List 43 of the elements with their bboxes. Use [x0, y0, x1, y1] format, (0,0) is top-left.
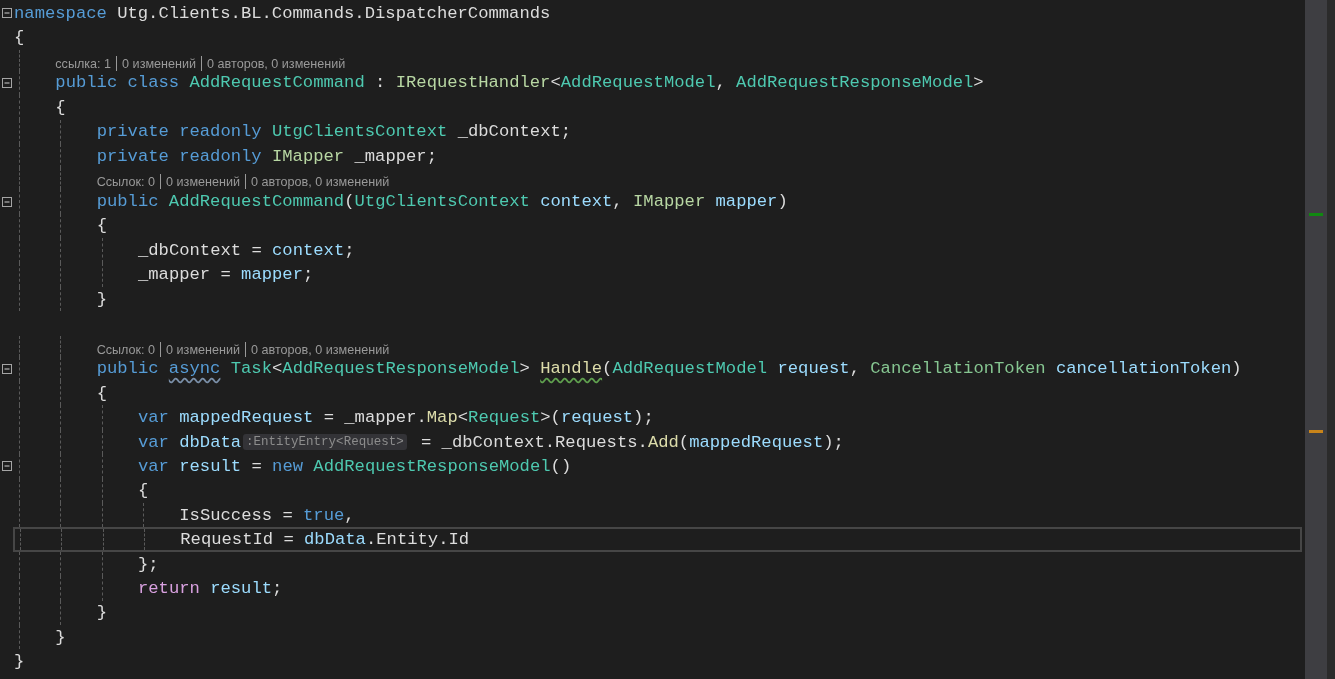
- collapse-icon[interactable]: [2, 363, 12, 374]
- code-text: private readonly IMapper _mapper;: [96, 146, 437, 166]
- code-text: public async Task<AddRequestResponseModel> Handle(AddRequestModel request, CancellationToken cancellationToken): [96, 359, 1242, 379]
- code-text: return result;: [137, 578, 283, 598]
- codelens-link[interactable]: 0 изменений: [122, 56, 197, 71]
- code-text: var result = new AddRequestResponseModel(): [137, 456, 572, 476]
- collapse-icon[interactable]: [2, 8, 12, 19]
- code-text: }: [96, 603, 107, 623]
- codelens-link[interactable]: 0 авторов, 0 изменений: [251, 175, 390, 190]
- code-text: private readonly UtgClientsContext _dbContext;: [96, 122, 572, 142]
- warning-marker: [1309, 430, 1323, 433]
- code-text: public AddRequestCommand(UtgClientsContext context, IMapper mapper): [96, 192, 788, 212]
- change-marker: [1309, 213, 1323, 216]
- code-text: var dbData: [137, 432, 242, 452]
- codelens-link[interactable]: ссылка: 1: [55, 56, 112, 71]
- code-text: public class AddRequestCommand : IRequestHandler<AddRequestModel, AddRequestResponseModel>: [55, 73, 984, 93]
- code-text: = _dbContext.Requests.Add(mappedRequest);: [419, 432, 844, 452]
- code-text: {: [96, 216, 107, 236]
- code-text: namespace Utg.Clients.BL.Commands.DispatcherCommands: [14, 3, 551, 23]
- code-text: }: [14, 652, 25, 672]
- collapse-icon[interactable]: [2, 77, 12, 88]
- collapse-icon[interactable]: [2, 461, 12, 472]
- code-text: IsSuccess = true,: [179, 505, 355, 525]
- code-text: var mappedRequest = _mapper.Map<Request>(request);: [137, 408, 654, 428]
- code-text: RequestId = dbData.Entity.Id: [180, 530, 470, 550]
- code-text: }: [96, 289, 107, 309]
- code-text: _dbContext = context;: [137, 240, 355, 260]
- codelens-link[interactable]: Ссылок: 0: [96, 342, 156, 357]
- code-text: {: [96, 383, 107, 403]
- inline-type-hint: :EntityEntry<Request>: [243, 434, 407, 451]
- code-text: };: [137, 554, 159, 574]
- code-text: {: [55, 97, 66, 117]
- collapse-icon[interactable]: [2, 196, 12, 207]
- code-text: {: [14, 28, 25, 48]
- codelens-link[interactable]: 0 изменений: [166, 342, 241, 357]
- code-text: }: [55, 627, 66, 647]
- codelens-link[interactable]: 0 изменений: [166, 175, 241, 190]
- vertical-scrollbar[interactable]: [1305, 0, 1327, 679]
- code-text: {: [137, 481, 149, 501]
- code-text: _mapper = mapper;: [137, 265, 314, 285]
- codelens-link[interactable]: 0 авторов, 0 изменений: [251, 342, 390, 357]
- codelens-link[interactable]: 0 авторов, 0 изменений: [207, 56, 346, 71]
- codelens-link[interactable]: Ссылок: 0: [96, 175, 156, 190]
